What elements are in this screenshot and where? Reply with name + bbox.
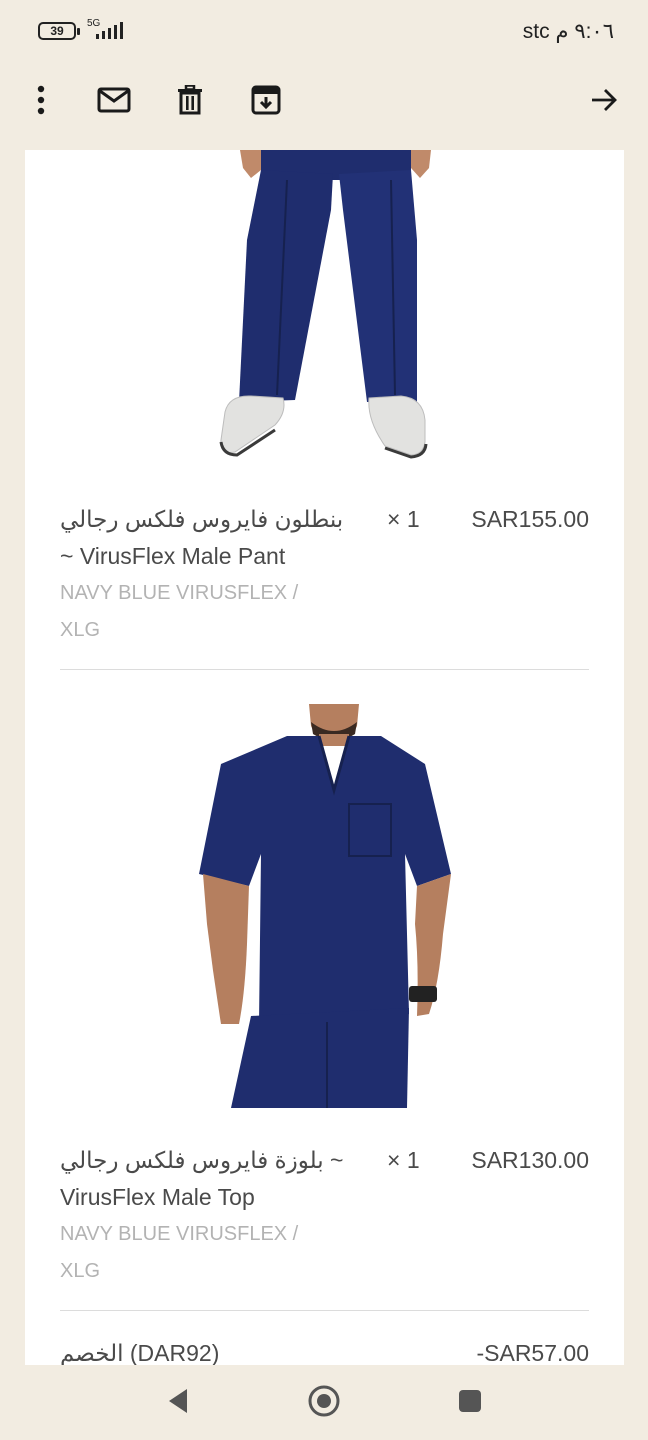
item-price: SAR155.00 <box>471 506 589 532</box>
battery-icon: 39 <box>38 22 80 40</box>
item-quantity: × 1 <box>387 1147 420 1173</box>
product-image-top <box>199 704 451 1108</box>
divider <box>60 669 589 670</box>
item-price: SAR130.00 <box>471 1147 589 1173</box>
carrier-time: stc ٩:٠٦ م <box>522 20 614 43</box>
order-details-card: بنطلون فايروس فلكس رجالي ~ VirusFlex Mal… <box>25 150 624 1365</box>
delete-icon[interactable] <box>170 80 210 120</box>
item-quantity: × 1 <box>387 506 420 532</box>
divider <box>60 1310 589 1311</box>
more-vert-icon[interactable] <box>21 80 61 120</box>
discount-label: الخصم (DAR92) <box>60 1340 220 1365</box>
item-variant: NAVY BLUE VIRUSFLEX / XLG <box>60 582 299 641</box>
discount-value: -SAR57.00 <box>476 1340 589 1365</box>
item-variant: NAVY BLUE VIRUSFLEX / XLG <box>60 1223 299 1282</box>
signal-icon: 5G <box>87 18 123 39</box>
item-title: بلوزة فايروس فلكس رجالي ~ VirusFlex Male… <box>60 1147 344 1210</box>
recents-square-icon[interactable] <box>452 1383 488 1419</box>
email-toolbar <box>0 62 648 150</box>
item-title: بنطلون فايروس فلكس رجالي ~ VirusFlex Mal… <box>60 506 344 569</box>
home-circle-icon[interactable] <box>306 1383 342 1419</box>
back-triangle-icon[interactable] <box>160 1383 196 1419</box>
forward-arrow-icon[interactable] <box>584 80 624 120</box>
archive-icon[interactable] <box>246 80 286 120</box>
product-image-pant <box>219 150 431 459</box>
status-bar: 39 5G stc ٩:٠٦ م <box>0 0 648 62</box>
mail-icon[interactable] <box>94 80 134 120</box>
network-type: 5G <box>87 18 101 29</box>
system-nav-bar <box>0 1365 648 1440</box>
battery-level: 39 <box>50 24 64 38</box>
